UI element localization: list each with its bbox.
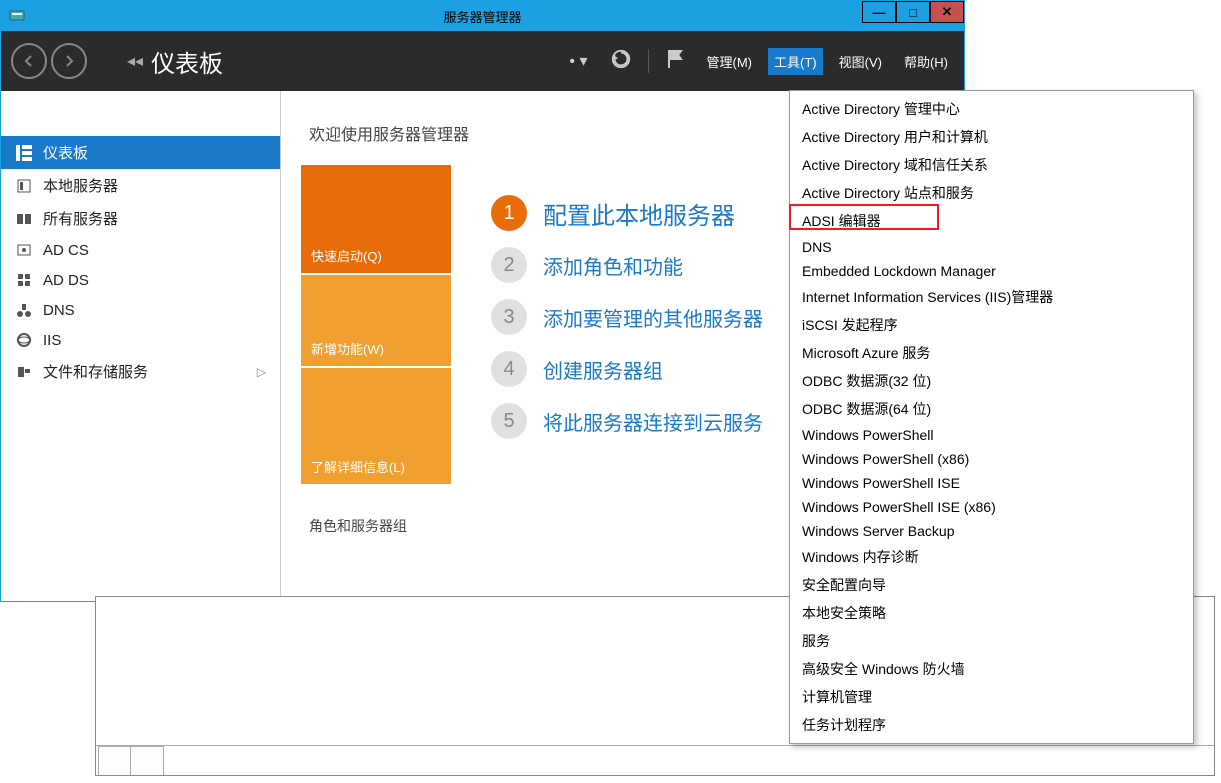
close-button[interactable]: ✕ — [930, 1, 964, 23]
forward-button[interactable] — [51, 43, 87, 79]
dns-icon — [15, 301, 33, 319]
tools-item-odbc64[interactable]: ODBC 数据源(64 位) — [790, 395, 1193, 423]
storage-icon — [15, 363, 33, 381]
sidebar-item-adds[interactable]: AD DS — [1, 265, 280, 295]
step-number: 1 — [491, 195, 527, 231]
ad-icon — [15, 271, 33, 289]
iis-icon — [15, 331, 33, 349]
tools-item-iis[interactable]: Internet Information Services (IIS)管理器 — [790, 283, 1193, 311]
step-text: 配置此本地服务器 — [543, 196, 735, 231]
sidebar-item-files[interactable]: 文件和存储服务 ▷ — [1, 355, 280, 388]
maximize-button[interactable]: □ — [896, 1, 930, 23]
flag-icon[interactable] — [659, 44, 691, 79]
tile-learnmore[interactable]: 了解详细信息(L) — [301, 368, 451, 486]
step-text: 创建服务器组 — [543, 355, 663, 384]
tools-item-security-config[interactable]: 安全配置向导 — [790, 571, 1193, 599]
sidebar-item-label: 所有服务器 — [43, 208, 118, 229]
tools-item-server-backup[interactable]: Windows Server Backup — [790, 519, 1193, 543]
tools-item-ad-users[interactable]: Active Directory 用户和计算机 — [790, 123, 1193, 151]
sidebar: 仪表板 本地服务器 所有服务器 AD CS AD DS DNS — [1, 91, 281, 601]
dropdown-arrow-icon[interactable]: • ▾ — [563, 47, 593, 75]
titlebar[interactable]: 服务器管理器 — □ ✕ — [1, 1, 964, 31]
sidebar-item-dns[interactable]: DNS — [1, 295, 280, 325]
step-text: 添加角色和功能 — [543, 251, 683, 280]
tools-item-powershell-x86[interactable]: Windows PowerShell (x86) — [790, 447, 1193, 471]
breadcrumb[interactable]: ◂◂ 仪表板 — [127, 44, 223, 79]
sidebar-item-label: 本地服务器 — [43, 175, 118, 196]
tools-item-ad-domains[interactable]: Active Directory 域和信任关系 — [790, 151, 1193, 179]
sidebar-item-label: AD DS — [43, 272, 89, 289]
left-tiles: 快速启动(Q) 新增功能(W) 了解详细信息(L) — [301, 165, 451, 486]
window-title: 服务器管理器 — [443, 7, 521, 26]
step-text: 将此服务器连接到云服务 — [543, 407, 763, 436]
background-tab[interactable] — [98, 746, 131, 775]
sidebar-item-label: AD CS — [43, 242, 89, 259]
tools-item-adsi-edit[interactable]: ADSI 编辑器 — [790, 207, 1193, 235]
tools-item-embedded-lockdown[interactable]: Embedded Lockdown Manager — [790, 259, 1193, 283]
nav-buttons — [11, 43, 87, 79]
step-number: 3 — [491, 299, 527, 335]
toolbar-right: • ▾ 管理(M) 工具(T) 视图(V) 帮助(H) — [563, 44, 954, 79]
dashboard-icon — [15, 144, 33, 162]
tools-item-iscsi[interactable]: iSCSI 发起程序 — [790, 311, 1193, 339]
cert-icon — [15, 241, 33, 259]
tile-quickstart[interactable]: 快速启动(Q) — [301, 165, 451, 275]
breadcrumb-label: 仪表板 — [151, 44, 223, 79]
tools-item-computer-mgmt[interactable]: 计算机管理 — [790, 683, 1193, 711]
toolbar: ◂◂ 仪表板 • ▾ 管理(M) 工具(T) 视图(V) 帮助(H) — [1, 31, 964, 91]
sidebar-item-adcs[interactable]: AD CS — [1, 235, 280, 265]
step-text: 添加要管理的其他服务器 — [543, 303, 763, 332]
tools-item-local-security[interactable]: 本地安全策略 — [790, 599, 1193, 627]
tools-item-powershell-ise-x86[interactable]: Windows PowerShell ISE (x86) — [790, 495, 1193, 519]
sidebar-item-iis[interactable]: IIS — [1, 325, 280, 355]
menu-view[interactable]: 视图(V) — [833, 48, 888, 75]
tools-item-firewall[interactable]: 高级安全 Windows 防火墙 — [790, 655, 1193, 683]
tools-item-powershell[interactable]: Windows PowerShell — [790, 423, 1193, 447]
chevron-right-icon: ▷ — [257, 365, 266, 379]
tools-item-odbc32[interactable]: ODBC 数据源(32 位) — [790, 367, 1193, 395]
sidebar-item-label: DNS — [43, 302, 75, 319]
menu-manage[interactable]: 管理(M) — [701, 48, 759, 75]
window-controls: — □ ✕ — [862, 1, 964, 23]
back-button[interactable] — [11, 43, 47, 79]
menu-help[interactable]: 帮助(H) — [898, 48, 954, 75]
server-icon — [15, 177, 33, 195]
menu-tools[interactable]: 工具(T) — [768, 48, 823, 75]
sidebar-item-dashboard[interactable]: 仪表板 — [1, 136, 280, 169]
tools-item-powershell-ise[interactable]: Windows PowerShell ISE — [790, 471, 1193, 495]
refresh-icon[interactable] — [604, 44, 638, 79]
tools-item-task-scheduler[interactable]: 任务计划程序 — [790, 711, 1193, 739]
tools-item-ad-sites[interactable]: Active Directory 站点和服务 — [790, 179, 1193, 207]
breadcrumb-arrow-icon: ◂◂ — [127, 51, 143, 71]
tools-item-memory-diag[interactable]: Windows 内存诊断 — [790, 543, 1193, 571]
background-tabs — [96, 745, 1214, 775]
minimize-button[interactable]: — — [862, 1, 896, 23]
tools-item-azure[interactable]: Microsoft Azure 服务 — [790, 339, 1193, 367]
step-number: 5 — [491, 403, 527, 439]
toolbar-separator — [648, 49, 649, 73]
app-icon — [9, 8, 25, 24]
background-tab[interactable] — [130, 746, 163, 775]
sidebar-item-label: 文件和存储服务 — [43, 361, 148, 382]
sidebar-item-local[interactable]: 本地服务器 — [1, 169, 280, 202]
sidebar-item-label: 仪表板 — [43, 142, 88, 163]
step-number: 4 — [491, 351, 527, 387]
tile-whatsnew[interactable]: 新增功能(W) — [301, 275, 451, 368]
tools-item-ad-admin-center[interactable]: Active Directory 管理中心 — [790, 95, 1193, 123]
step-number: 2 — [491, 247, 527, 283]
sidebar-item-label: IIS — [43, 332, 61, 349]
tools-item-dns[interactable]: DNS — [790, 235, 1193, 259]
tools-item-services[interactable]: 服务 — [790, 627, 1193, 655]
tools-dropdown: Active Directory 管理中心 Active Directory 用… — [789, 90, 1194, 744]
sidebar-item-all[interactable]: 所有服务器 — [1, 202, 280, 235]
servers-icon — [15, 210, 33, 228]
